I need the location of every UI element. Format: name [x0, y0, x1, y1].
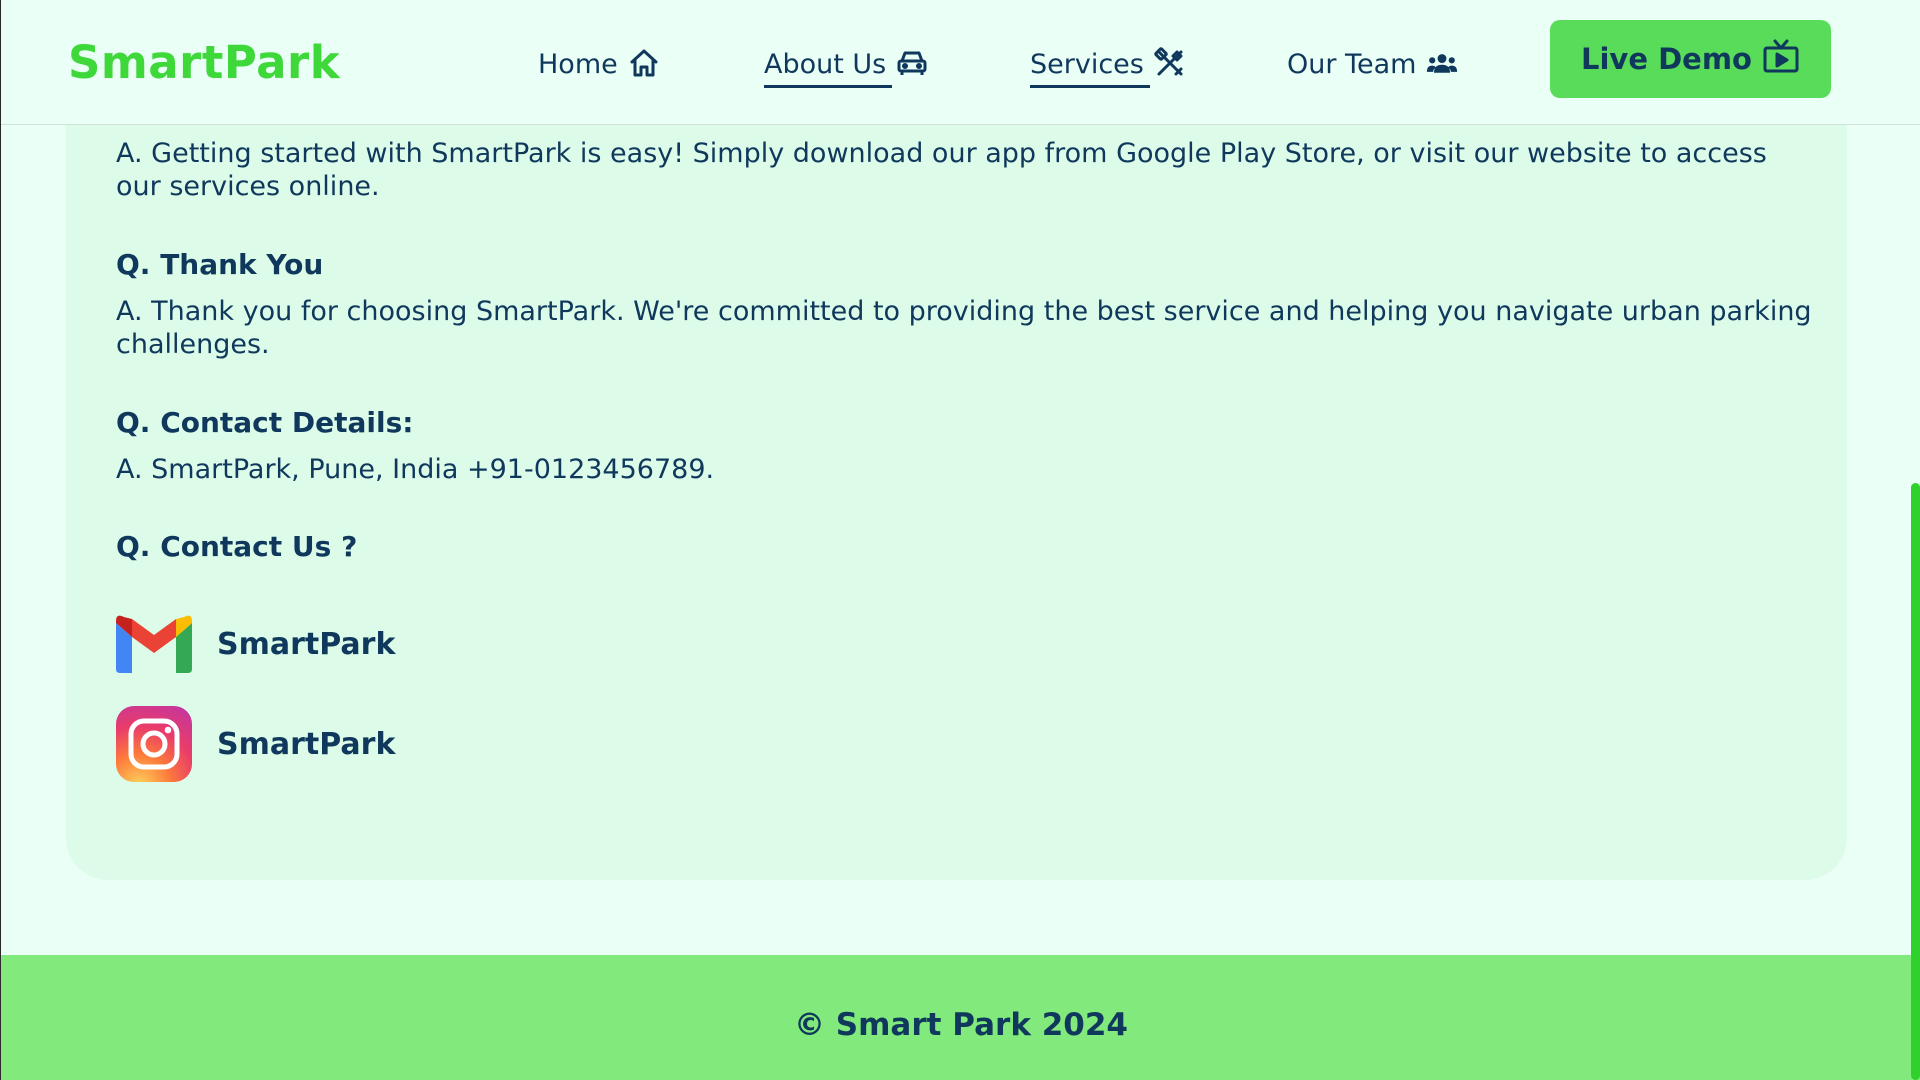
live-demo-label: Live Demo — [1581, 42, 1752, 76]
page: A. Getting started with SmartPark is eas… — [0, 0, 1920, 1080]
faq-answer: A. SmartPark, Pune, India +91-0123456789… — [116, 454, 715, 485]
contact-label: SmartPark — [217, 726, 396, 762]
faq-answer: A. Thank you for choosing SmartPark. We'… — [116, 296, 1812, 360]
brand-logo[interactable]: SmartPark — [68, 36, 340, 89]
faq-question: Q. Thank You — [116, 248, 324, 281]
scrollbar[interactable] — [1910, 0, 1920, 1080]
team-icon — [1426, 47, 1458, 86]
nav-label: Home — [538, 48, 618, 80]
nav-item-about-us[interactable]: About Us — [764, 44, 928, 88]
contact-gmail-link[interactable]: SmartPark — [116, 606, 395, 682]
gmail-icon — [116, 606, 192, 682]
car-icon — [896, 47, 928, 86]
scrollbar-thumb[interactable] — [1911, 483, 1920, 1080]
live-demo-button[interactable]: Live Demo — [1550, 20, 1831, 98]
instagram-icon — [116, 706, 192, 782]
footer: © Smart Park 2024 — [1, 955, 1920, 1080]
nav-item-home[interactable]: Home — [538, 44, 660, 88]
nav-item-our-team[interactable]: Our Team — [1287, 44, 1458, 88]
faq-item: Q. Contact Details: A. SmartPark, Pune, … — [116, 406, 1816, 486]
faq-item: Q. Thank You A. Thank you for choosing S… — [116, 248, 1816, 361]
contact-label: SmartPark — [217, 626, 396, 662]
contact-instagram-link[interactable]: SmartPark — [116, 706, 395, 782]
faq-item: A. Getting started with SmartPark is eas… — [116, 137, 1816, 203]
faq-question: Q. Contact Us ? — [116, 530, 358, 563]
faq-answer: A. Getting started with SmartPark is eas… — [116, 138, 1767, 202]
tools-icon — [1154, 46, 1186, 86]
nav-item-services[interactable]: Services — [1030, 44, 1186, 88]
home-icon — [628, 47, 660, 86]
copyright-text: © Smart Park 2024 — [793, 1007, 1129, 1043]
nav-label: About Us — [764, 49, 893, 88]
faq-item: Q. Contact Us ? — [116, 530, 1816, 577]
top-navbar: SmartPark Home About Us Services Our Tea… — [1, 0, 1920, 125]
faq-question: Q. Contact Details: — [116, 406, 414, 439]
nav-label: Our Team — [1287, 48, 1417, 80]
tv-play-icon — [1762, 38, 1800, 81]
nav-label: Services — [1030, 49, 1150, 88]
